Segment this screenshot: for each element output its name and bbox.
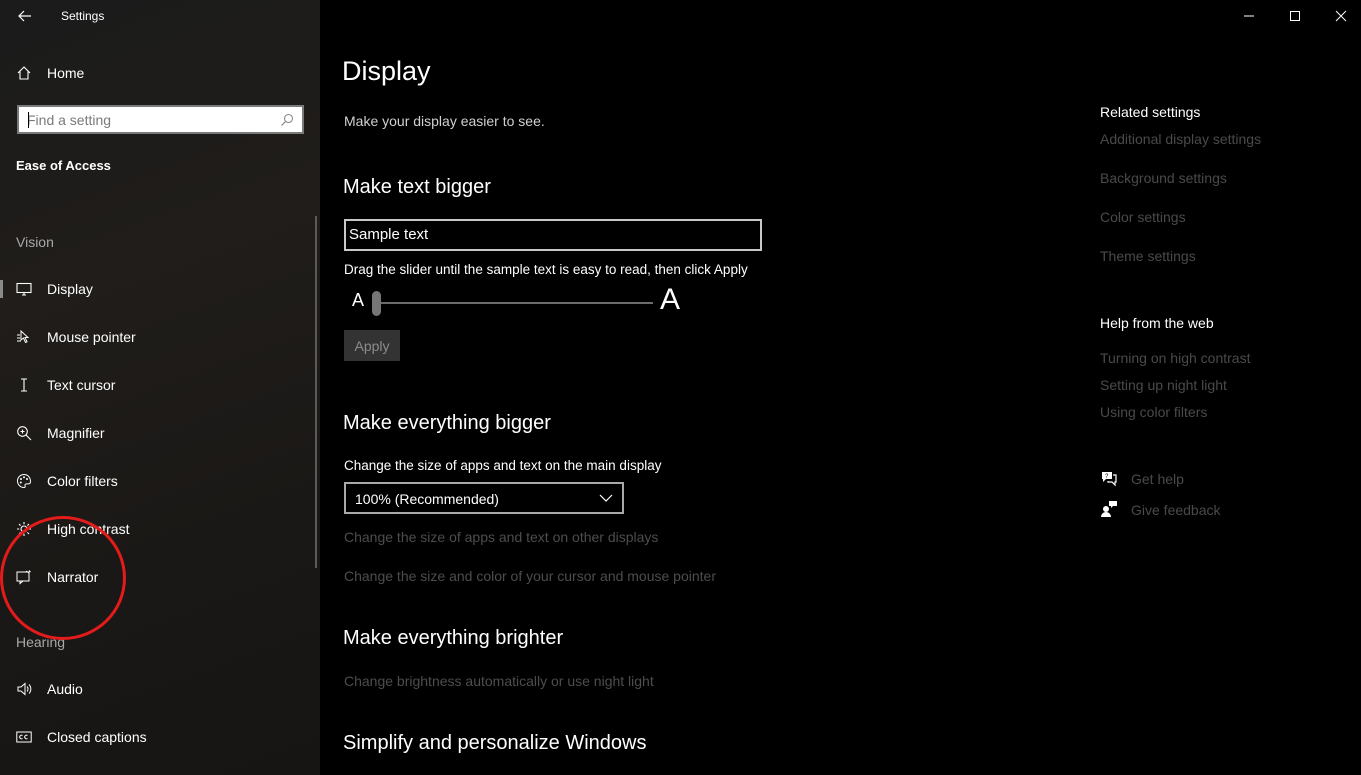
get-help-icon: ? [1102,472,1117,487]
minimize-button[interactable] [1226,0,1272,32]
sidebar-item-closed-captions[interactable]: Closed captions [0,717,312,757]
monitor-icon [16,282,32,296]
heading-simplify-personalize: Simplify and personalize Windows [343,732,647,754]
sidebar-item-label: Magnifier [47,425,105,441]
scale-dropdown-value: 100% (Recommended) [355,491,499,507]
sidebar-item-text-cursor[interactable]: Text cursor [0,365,312,405]
text-size-slider-track[interactable] [376,302,653,304]
sidebar-item-high-contrast[interactable]: High contrast [0,509,312,549]
link-brightness[interactable]: Change brightness automatically or use n… [344,673,654,689]
sidebar-item-mouse-pointer[interactable]: Mouse pointer [0,317,312,357]
sidebar: Settings Home Ease of Access Vision Disp… [0,0,320,775]
give-feedback-icon [1101,501,1117,517]
narrator-icon [16,570,31,585]
link-additional-display-settings[interactable]: Additional display settings [1100,131,1261,147]
closed-captions-icon [16,731,32,743]
maximize-icon [1290,11,1300,21]
give-feedback-link[interactable]: Give feedback [1131,502,1221,518]
link-cursor-size[interactable]: Change the size and color of your cursor… [344,568,716,584]
text-caret [28,112,29,128]
help-heading: Help from the web [1100,315,1214,331]
group-label-vision: Vision [16,234,54,250]
sidebar-item-audio[interactable]: Audio [0,669,312,709]
search-icon[interactable] [280,113,294,127]
small-a-label: A [352,290,365,310]
sidebar-item-label: Closed captions [47,729,147,745]
search-box[interactable] [17,105,304,134]
sidebar-item-label: Display [47,281,93,297]
app-title: Settings [61,9,105,23]
page-subtitle: Make your display easier to see. [344,113,545,129]
close-button[interactable] [1318,0,1361,32]
home-icon [17,66,31,80]
palette-icon [17,473,32,489]
back-button[interactable] [12,5,38,27]
apply-button[interactable]: Apply [344,330,400,361]
page-title: Display [342,56,431,86]
speaker-icon [17,682,32,696]
chevron-down-icon [599,494,613,502]
link-theme-settings[interactable]: Theme settings [1100,248,1196,264]
scale-label: Change the size of apps and text on the … [344,458,662,473]
brightness-icon [17,522,31,536]
sidebar-item-label: Color filters [47,473,118,489]
group-label-hearing: Hearing [16,634,66,650]
minimize-icon [1244,15,1254,17]
link-night-light-help[interactable]: Setting up night light [1100,377,1227,393]
sidebar-item-label: Mouse pointer [47,329,136,345]
search-input[interactable] [19,107,269,132]
text-cursor-icon [21,378,27,392]
sidebar-item-color-filters[interactable]: Color filters [0,461,312,501]
close-icon [1335,10,1347,22]
home-label: Home [47,65,85,81]
heading-make-everything-brighter: Make everything brighter [343,627,564,649]
sidebar-scrollbar[interactable] [315,216,317,568]
sidebar-item-label: Text cursor [47,377,116,393]
link-high-contrast-help[interactable]: Turning on high contrast [1100,350,1250,366]
sidebar-item-home[interactable]: Home [0,58,320,88]
sample-text-preview: Sample text [344,219,762,251]
text-size-slider-thumb[interactable] [372,291,381,316]
mouse-pointer-icon [17,329,30,344]
sidebar-item-magnifier[interactable]: Magnifier [0,413,312,453]
related-settings-heading: Related settings [1100,104,1201,120]
link-background-settings[interactable]: Background settings [1100,170,1227,186]
link-color-settings[interactable]: Color settings [1100,209,1186,225]
link-color-filters-help[interactable]: Using color filters [1100,404,1207,420]
selection-indicator [0,280,3,298]
main-content: Display Make your display easier to see.… [320,0,1361,775]
heading-make-everything-bigger: Make everything bigger [343,412,551,434]
sidebar-item-label: High contrast [47,521,130,537]
heading-make-text-bigger: Make text bigger [343,176,491,198]
section-title: Ease of Access [16,158,111,173]
magnifier-icon [17,426,32,441]
sidebar-item-display[interactable]: Display [0,269,312,309]
maximize-button[interactable] [1272,0,1318,32]
sidebar-item-label: Narrator [47,569,99,585]
large-a-label: A [660,283,681,316]
slider-hint: Drag the slider until the sample text is… [344,262,748,277]
sidebar-item-label: Audio [47,681,83,697]
sidebar-item-narrator[interactable]: Narrator [0,557,312,597]
back-arrow-icon [18,10,31,22]
get-help-link[interactable]: Get help [1131,471,1184,487]
link-other-displays[interactable]: Change the size of apps and text on othe… [344,529,658,545]
scale-dropdown[interactable]: 100% (Recommended) [344,482,624,514]
